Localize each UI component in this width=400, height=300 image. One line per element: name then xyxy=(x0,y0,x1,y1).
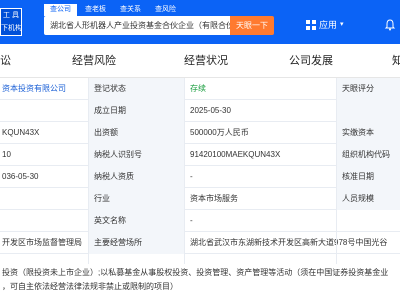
table-row: 行业 资本市场服务 人员规模 xyxy=(0,188,400,210)
field-value: 91420100MAEKQUN43X xyxy=(190,150,281,159)
tab-business-status[interactable]: 经营状况 xyxy=(184,54,228,68)
table-row: 036-05-30 纳税人资质 - 核准日期 xyxy=(0,166,400,188)
app-menu-label: 应用 xyxy=(319,20,338,30)
field-label: 出资额 xyxy=(88,122,184,144)
field-label: 登记状态 xyxy=(88,78,184,100)
tab-search-risk[interactable]: 查风险 xyxy=(149,4,182,16)
field-value: 开发区市场监督管理局 xyxy=(2,238,82,247)
field-value xyxy=(0,188,88,210)
tab-search-boss[interactable]: 查老板 xyxy=(79,4,112,16)
search-input[interactable]: 湖北省人形机器人产业投资基金合伙企业（有限合伙） xyxy=(44,16,230,35)
logo[interactable]: 工 具 下机构 xyxy=(0,8,22,36)
partner-name-link[interactable]: 资本投资有限公司 xyxy=(0,78,88,100)
field-value: 资本市场服务 xyxy=(190,194,238,203)
field-label: 行业 xyxy=(88,188,184,210)
tab-company-development[interactable]: 公司发展 xyxy=(289,54,333,68)
tab-litigation[interactable]: 讼 xyxy=(0,54,11,68)
field-label: 英文名称 xyxy=(88,210,184,232)
address-value: 湖北省武汉市东湖新技术开发区高新大道978号中国光谷 xyxy=(190,238,388,247)
field-value xyxy=(0,100,88,122)
business-scope: 投资（限投资未上市企业）;以私募基金从事股权投资、投资管理、资产管理等活动（须在… xyxy=(0,264,400,300)
tab-business-risk[interactable]: 经营风险 xyxy=(72,54,116,68)
top-header: 工 具 下机构 查公司 查老板 查关系 查风险 湖北省人形机器人产业投资基金合伙… xyxy=(0,0,400,44)
section-tabs: 讼 经营风险 经营状况 公司发展 知 xyxy=(0,44,400,78)
table-row: 10 纳税人识别号 91420100MAEKQUN43X 组织机构代码 xyxy=(0,144,400,166)
field-value xyxy=(336,210,400,232)
field-label: 核准日期 xyxy=(336,166,400,188)
business-scope-line: ，可自主依法经营法律法规非禁止或限制的项目） xyxy=(2,282,178,291)
field-label: 主要经营场所 xyxy=(88,232,184,254)
business-info-table: 资本投资有限公司 登记状态 存续 天眼评分 成立日期 2025-05-30 KQ… xyxy=(0,78,400,254)
field-value: 500000万人民币 xyxy=(190,128,249,137)
business-scope-line: 投资（限投资未上市企业）;以私募基金从事股权投资、投资管理、资产管理等活动（须在… xyxy=(2,268,389,277)
table-row: 英文名称 - xyxy=(0,210,400,232)
field-label: 人员规模 xyxy=(336,188,400,210)
field-value: - xyxy=(190,216,193,225)
field-label: 成立日期 xyxy=(88,100,184,122)
table-row: 开发区市场监督管理局 主要经营场所 湖北省武汉市东湖新技术开发区高新大道978号… xyxy=(0,232,400,254)
field-label: 纳税人资质 xyxy=(88,166,184,188)
field-label: 组织机构代码 xyxy=(336,144,400,166)
logo-line2: 下机构 xyxy=(1,25,22,32)
search-button[interactable]: 天眼一下 xyxy=(230,16,274,35)
field-label: 天眼评分 xyxy=(336,78,400,100)
grid-icon xyxy=(306,20,316,30)
tab-intellectual-property[interactable]: 知 xyxy=(392,54,400,68)
tab-search-company[interactable]: 查公司 xyxy=(44,4,77,16)
registration-status: 存续 xyxy=(190,84,206,93)
bell-icon[interactable] xyxy=(384,19,396,31)
field-value xyxy=(0,210,88,232)
field-label: 纳税人识别号 xyxy=(88,144,184,166)
divider xyxy=(88,78,89,264)
table-row: 资本投资有限公司 登记状态 存续 天眼评分 xyxy=(0,78,400,100)
field-label xyxy=(336,100,400,122)
field-value: 10 xyxy=(2,150,11,159)
search-type-tabs: 查公司 查老板 查关系 查风险 xyxy=(44,4,182,16)
chevron-down-icon: ▾ xyxy=(340,21,344,28)
field-value: 2025-05-30 xyxy=(190,106,231,115)
divider xyxy=(336,78,337,264)
field-value: KQUN43X xyxy=(2,128,40,137)
app-menu[interactable]: 应用 ▾ xyxy=(306,19,344,31)
table-row: KQUN43X 出资额 500000万人民币 实缴资本 xyxy=(0,122,400,144)
field-value: 036-05-30 xyxy=(2,172,39,181)
table-row: 成立日期 2025-05-30 xyxy=(0,100,400,122)
divider xyxy=(184,78,185,264)
field-label: 实缴资本 xyxy=(336,122,400,144)
field-value: - xyxy=(190,172,193,181)
tab-search-relation[interactable]: 查关系 xyxy=(114,4,147,16)
logo-line1: 工 具 xyxy=(3,12,19,19)
